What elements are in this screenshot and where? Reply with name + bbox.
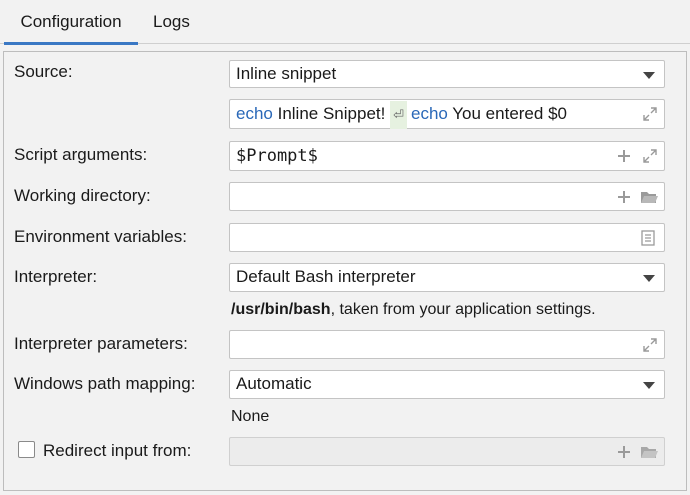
script-arguments-value: $Prompt$ [236,146,318,166]
newline-icon: ⏎ [390,101,407,129]
document-icon[interactable] [640,230,656,246]
add-macro-icon[interactable] [616,189,632,205]
add-macro-icon[interactable] [616,148,632,164]
snippet-keyword: echo [236,104,273,123]
working-directory-label: Working directory: [14,186,151,205]
configuration-panel: Source: Inline snippet echo Inline Snipp… [3,51,687,491]
folder-icon[interactable] [640,189,658,205]
interpreter-value: Default Bash interpreter [236,267,416,286]
script-arguments-input[interactable]: $Prompt$ [229,141,665,171]
chevron-down-icon [643,72,655,79]
windows-path-mapping-label: Windows path mapping: [14,374,196,393]
tab-logs-label: Logs [153,12,190,31]
expand-icon[interactable] [642,106,658,122]
tab-configuration[interactable]: Configuration [4,0,138,45]
script-arguments-label: Script arguments: [14,145,148,164]
interpreter-dropdown[interactable]: Default Bash interpreter [229,263,665,292]
tab-bar: Configuration Logs [0,0,690,45]
snippet-text: echo Inline Snippet! ⏎ echo You entered $… [236,100,567,129]
redirect-input-field[interactable] [229,437,665,466]
redirect-input-label: Redirect input from: [43,441,192,460]
interpreter-hint-text: , taken from your application settings. [330,301,596,318]
chevron-down-icon [643,275,655,282]
chevron-down-icon [643,382,655,389]
environment-variables-input[interactable] [229,223,665,252]
snippet-keyword: echo [410,104,448,123]
snippet-fragment: You entered $0 [447,104,567,123]
redirect-input-checkbox[interactable] [18,441,35,458]
environment-variables-label: Environment variables: [14,227,187,246]
expand-icon[interactable] [642,337,658,353]
windows-path-mapping-dropdown[interactable]: Automatic [229,370,665,399]
snippet-editor[interactable]: echo Inline Snippet! ⏎ echo You entered $… [229,99,665,129]
interpreter-parameters-input[interactable] [229,330,665,359]
interpreter-parameters-label: Interpreter parameters: [14,334,188,353]
tab-logs[interactable]: Logs [153,0,190,44]
interpreter-label: Interpreter: [14,267,98,286]
interpreter-path: /usr/bin/bash [231,301,331,318]
tab-configuration-label: Configuration [20,12,122,31]
path-mapping-hint: None [231,408,270,425]
interpreter-hint: /usr/bin/bash, taken from your applicati… [231,301,596,319]
source-dropdown[interactable]: Inline snippet [229,60,665,88]
expand-icon[interactable] [642,148,658,164]
source-label: Source: [14,62,73,81]
snippet-fragment: Inline Snippet! [272,104,391,123]
working-directory-input[interactable] [229,182,665,211]
source-value: Inline snippet [236,64,337,83]
add-macro-icon[interactable] [616,444,632,460]
folder-icon[interactable] [640,444,658,460]
windows-path-mapping-value: Automatic [236,374,312,393]
